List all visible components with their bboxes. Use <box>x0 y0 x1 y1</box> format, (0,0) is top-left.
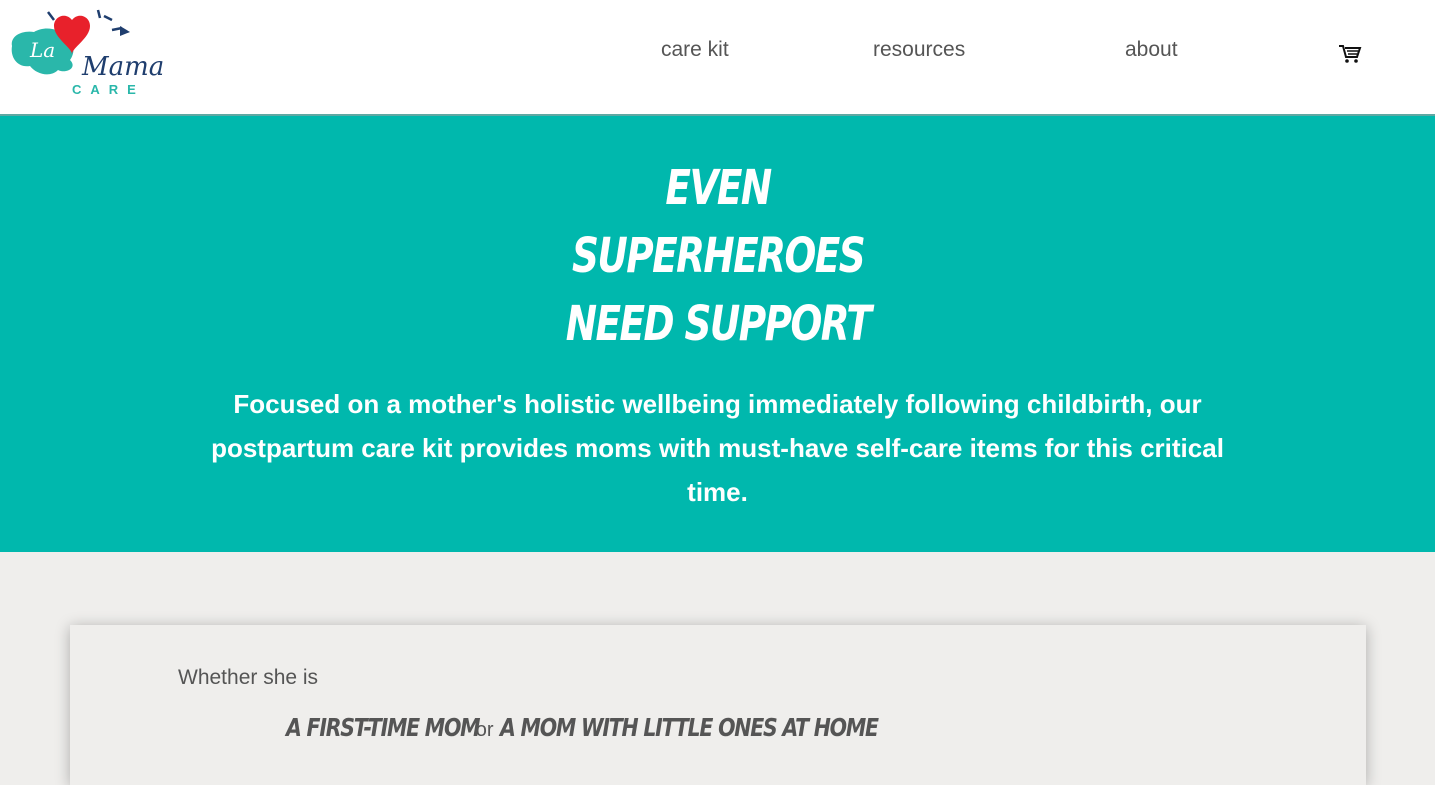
hero-title-line: SUPERHEROES <box>571 228 866 284</box>
nav-resources[interactable]: resources <box>873 38 965 62</box>
hero-title-line: EVEN <box>665 160 772 216</box>
hero-description: Focused on a mother's holistic wellbeing… <box>211 389 1224 507</box>
audience-mom-with-little-ones: A MOM WITH LITTLE ONES AT HOME <box>499 713 879 742</box>
la-mama-care-logo[interactable]: La Mama CARE <box>8 8 164 100</box>
audience-first-time-mom: A FIRST-TIME MOM <box>286 713 481 742</box>
hero-title-line: NEED SUPPORT <box>565 296 872 352</box>
card-intro-text: Whether she is <box>178 666 319 689</box>
audience-card: Whether she is A FIRST-TIME MOMor A MOM W… <box>70 625 1366 785</box>
logo-script-mama: Mama <box>82 52 165 82</box>
nav-care-kit[interactable]: care kit <box>661 38 729 62</box>
audience-options: A FIRST-TIME MOMor A MOM WITH LITTLE ONES… <box>286 713 960 742</box>
site-header: La Mama CARE care kit resources about <box>0 0 1435 116</box>
hero-title: EVEN SUPERHEROES NEED SUPPORT <box>158 154 1277 358</box>
logo-script-la: La <box>30 38 56 62</box>
shopping-cart-icon[interactable] <box>1338 42 1362 64</box>
logo-word-care: CARE <box>72 82 145 97</box>
hero-banner: EVEN SUPERHEROES NEED SUPPORT Focused on… <box>0 116 1435 552</box>
nav-about[interactable]: about <box>1125 38 1178 62</box>
